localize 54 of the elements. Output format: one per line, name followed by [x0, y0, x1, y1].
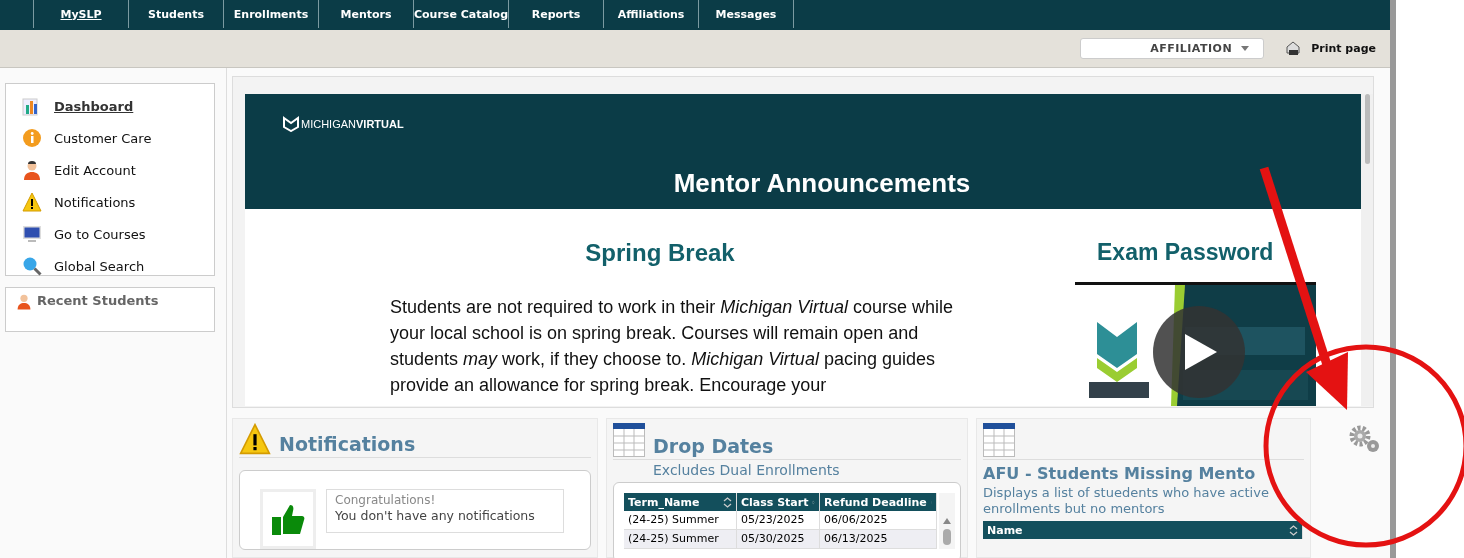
logo-text: MICHIGANVIRTUAL [301, 118, 404, 130]
announcement-text: Students are not required to work in their Michigan Virtual course while your local school is on spring break. Courses will remain open and students may work, if they choose to. Michigan Virtual pacing guides provide an allowance for spring break. Encourage your [390, 296, 954, 397]
table-cell: 05/30/2025 [737, 530, 820, 548]
sidebar-item[interactable]: Edit Account [22, 154, 214, 186]
sidebar-item[interactable]: Global Search [22, 250, 214, 282]
warning-icon [22, 192, 42, 212]
scrollbar[interactable] [939, 493, 955, 549]
announcement-title: Mentor Announcements [672, 168, 972, 199]
sidebar-item[interactable]: Notifications [22, 186, 214, 218]
printer-icon [1284, 40, 1303, 57]
section-heading: Spring Break [585, 239, 735, 267]
table-cell: (24-25) Summer [624, 511, 737, 529]
search-icon [22, 256, 42, 276]
user-icon [16, 293, 32, 310]
widget-title: Notifications [279, 433, 416, 455]
column-header[interactable]: Name [983, 521, 1303, 539]
print-page-link[interactable]: Print page [1284, 40, 1376, 57]
column-header[interactable]: Class Start [737, 493, 820, 511]
caret-icon [1241, 46, 1250, 51]
nav-tab[interactable]: Messages [698, 0, 794, 28]
column-header[interactable]: Term_Name [624, 493, 737, 511]
nav-tab[interactable]: Mentors [318, 0, 413, 28]
monitor-icon [22, 224, 42, 244]
widget-title: AFU - Students Missing Mento [983, 464, 1257, 483]
nav-tab[interactable]: Reports [508, 0, 603, 28]
table-icon [983, 423, 1015, 457]
widget-title: Drop Dates [653, 435, 774, 457]
table-icon [613, 423, 645, 457]
nav-tab[interactable]: Course Catalog [413, 0, 508, 28]
sidebar-item[interactable]: Dashboard [22, 90, 214, 122]
nav-tab[interactable]: MySLP [33, 0, 128, 28]
user-icon [22, 160, 42, 180]
nav-tab[interactable]: Affiliations [603, 0, 698, 28]
message-text: You don't have any notifications [335, 508, 536, 523]
warning-icon [239, 423, 271, 455]
logo-icon [283, 116, 299, 132]
sidebar-item[interactable]: Go to Courses [22, 218, 214, 250]
table-cell: 06/06/2025 [820, 511, 937, 529]
sidebar-item[interactable]: Customer Care [22, 122, 214, 154]
nav-tab[interactable]: Enrollments [223, 0, 318, 28]
scroll-up-icon[interactable] [942, 517, 952, 525]
widget-description: Displays a list of stuedents who have active enrollments but no mentors [983, 485, 1270, 517]
scrollbar-thumb[interactable] [943, 529, 951, 545]
recent-students-heading: Recent Students [37, 293, 159, 308]
affiliation-dropdown[interactable]: AFFILIATION [1080, 38, 1265, 59]
message-title: Congratulations! [335, 493, 437, 507]
info-icon [22, 128, 42, 148]
table-cell: 05/23/2025 [737, 511, 820, 529]
nav-tab[interactable]: Students [128, 0, 223, 28]
column-header[interactable]: Refund Deadline [820, 493, 937, 511]
table-cell: (24-25) Summer [624, 530, 737, 548]
widget-subtitle: Excludes Dual Enrollments [653, 462, 841, 478]
section-heading: Exam Password [1096, 239, 1274, 266]
table-cell: 06/13/2025 [820, 530, 937, 548]
